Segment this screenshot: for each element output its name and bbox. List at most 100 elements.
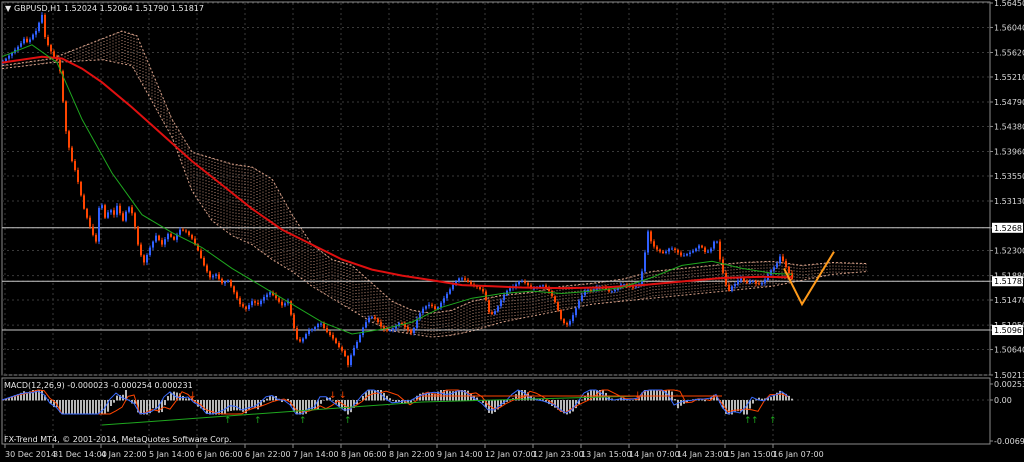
candle-body xyxy=(587,289,589,291)
candle-body xyxy=(410,330,412,334)
x-tick-label: 6 Jan 22:00 xyxy=(245,450,291,459)
price-axis: 1.56450 1.56040 1.55620 1.55210 1.54790 1.543… xyxy=(990,0,1024,380)
candle-body xyxy=(242,304,244,307)
candle-body xyxy=(650,231,652,242)
candle-body xyxy=(677,250,679,253)
price-chart[interactable]: 1.56450 1.56040 1.55620 1.55210 1.54790 1.543… xyxy=(0,0,1024,462)
buy-arrow-icon: ↑ xyxy=(751,416,759,426)
candle-body xyxy=(758,283,760,285)
candle-body xyxy=(632,286,634,288)
candle-body xyxy=(293,314,295,329)
buy-arrow-icon: ↑ xyxy=(224,416,232,426)
candle-body xyxy=(365,322,367,328)
candle-body xyxy=(752,281,754,283)
sell-arrow-icon: ↓ xyxy=(189,391,197,401)
cloud-span-b xyxy=(1,59,869,338)
candle-body xyxy=(728,284,730,291)
candle-body xyxy=(326,328,328,333)
candle-body xyxy=(104,205,106,218)
candle-body xyxy=(302,338,304,342)
candle-body xyxy=(128,207,130,212)
symbol-dropdown-icon[interactable]: ▼ xyxy=(5,4,12,13)
candle-body xyxy=(248,305,250,309)
candle-body xyxy=(479,287,481,290)
candle-body xyxy=(359,335,361,342)
candle-body xyxy=(236,292,238,299)
buy-arrow-icon: ↑ xyxy=(769,416,777,426)
candle-body xyxy=(776,263,778,268)
candle-body xyxy=(335,338,337,343)
candle-body xyxy=(83,195,85,209)
candle-body xyxy=(254,301,256,303)
candle-body xyxy=(404,324,406,328)
candle-body xyxy=(308,330,310,335)
candle-body xyxy=(683,255,685,257)
candle-body xyxy=(761,282,763,285)
cloud-span-a xyxy=(1,30,869,314)
candle-body xyxy=(167,233,169,240)
candle-body xyxy=(449,289,451,294)
candle-body xyxy=(557,302,559,311)
candle-body xyxy=(698,245,700,249)
candle-body xyxy=(671,248,673,250)
candle-body xyxy=(152,241,154,248)
candle-body xyxy=(719,241,721,260)
x-tick-label: 13 Jan 15:00 xyxy=(581,450,632,459)
candle-body xyxy=(734,284,736,287)
candle-body xyxy=(368,317,370,323)
candle-body xyxy=(518,281,520,285)
candle-body xyxy=(695,248,697,252)
candle-body xyxy=(122,213,124,221)
support-resistance-lines xyxy=(2,227,990,331)
x-tick-label: 9 Jan 14:00 xyxy=(437,450,483,459)
y-tick-label: 1.50213 xyxy=(994,371,1024,380)
candle-body xyxy=(371,317,373,319)
candle-body xyxy=(209,271,211,278)
candle-body xyxy=(278,298,280,302)
symbol-label: GBPUSD,H1 xyxy=(14,4,61,13)
candle-body xyxy=(755,281,757,284)
candle-body xyxy=(425,306,427,309)
candle-body xyxy=(212,275,214,278)
candle-body xyxy=(239,298,241,305)
candle-body xyxy=(173,236,175,240)
candle-body xyxy=(380,322,382,327)
macd-label: MACD(12,26,9) -0.000023 -0.000254 0.0002… xyxy=(4,381,193,390)
candle-body xyxy=(260,300,262,305)
x-tick-label: 5 Jan 14:00 xyxy=(149,450,195,459)
candle-body xyxy=(224,281,226,284)
candle-body xyxy=(341,347,343,351)
candle-body xyxy=(80,181,82,196)
x-tick-label: 7 Jan 14:00 xyxy=(293,450,339,459)
candle-body xyxy=(29,39,31,42)
candle-body xyxy=(665,251,667,254)
y-tick-label: 1.55210 xyxy=(994,73,1024,82)
candle-body xyxy=(740,278,742,281)
candle-body xyxy=(764,279,766,283)
candle-body xyxy=(653,241,655,247)
candle-body xyxy=(440,302,442,308)
candle-body xyxy=(50,45,52,52)
candle-body xyxy=(134,213,136,227)
x-tick-label: 14 Jan 23:00 xyxy=(677,450,728,459)
candle-body xyxy=(245,306,247,309)
candle-body xyxy=(446,293,448,299)
candle-body xyxy=(89,217,91,227)
x-tick-label: 16 Jan 07:00 xyxy=(773,450,824,459)
grid xyxy=(2,2,990,443)
candle-body xyxy=(155,235,157,242)
macd-y-tick-label: 0.00 xyxy=(994,396,1012,405)
ohlc-values: 1.52024 1.52064 1.51790 1.51817 xyxy=(64,4,204,13)
candle-body xyxy=(422,308,424,314)
candle-body xyxy=(680,252,682,256)
candle-body xyxy=(269,292,271,295)
candle-body xyxy=(659,249,661,252)
candle-body xyxy=(731,286,733,291)
candle-body xyxy=(113,210,115,215)
macd-y-tick-label: -0.006955 xyxy=(994,437,1024,446)
candle-body xyxy=(575,308,577,316)
candle-body xyxy=(200,250,202,258)
candle-body xyxy=(26,38,28,42)
candle-body xyxy=(68,131,70,148)
candle-body xyxy=(275,295,277,299)
